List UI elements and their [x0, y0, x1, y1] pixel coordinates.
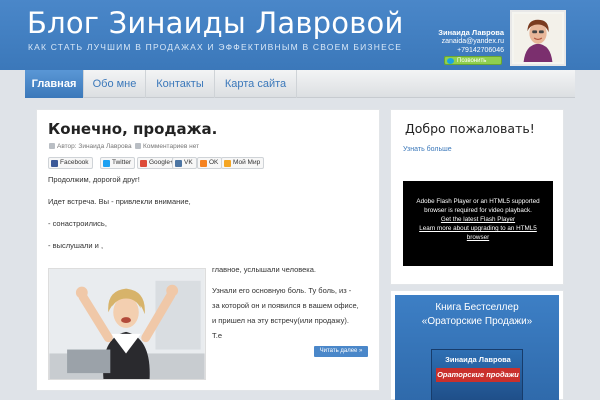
welcome-title: Добро пожаловать! [405, 121, 535, 136]
post-side-text: главное, услышали человека. [212, 265, 317, 274]
share-facebook-button[interactable]: Facebook [48, 157, 93, 169]
post-side-text: Узнали его основную боль. Ту боль, из - [212, 286, 352, 295]
book-cover[interactable]: Зинаида Лаврова Ораторские продажи [431, 349, 523, 400]
share-label: Facebook [60, 159, 89, 166]
share-twitter-button[interactable]: Twitter [100, 157, 136, 169]
post-card: Конечно, продажа. Автор: Зинаида Лаврова… [36, 109, 380, 391]
post-side-text: за которой он и появился в вашем офисе, [212, 301, 359, 310]
video-message-line: browser is required for video playback. [424, 207, 532, 214]
upgrade-html5-link[interactable]: Learn more about upgrading to an HTML5 [403, 224, 553, 233]
post-side-text: Т.е [212, 331, 223, 340]
nav-item-sitemap[interactable]: Карта сайта [215, 70, 297, 98]
post-author-text: Автор: Зинаида Лаврова [57, 143, 132, 150]
nav-item-about[interactable]: Обо мне [84, 70, 146, 98]
share-label: OK [209, 159, 219, 166]
nav-item-home[interactable]: Главная [25, 70, 84, 98]
post-title[interactable]: Конечно, продажа. [48, 120, 217, 138]
learn-more-link[interactable]: Узнать больше [403, 146, 452, 153]
share-ok-button[interactable]: OK [197, 157, 223, 169]
skype-icon [447, 58, 454, 64]
share-label: VK [184, 159, 193, 166]
book-cover-title: Ораторские продажи [436, 368, 520, 382]
comment-icon [135, 143, 141, 149]
moymir-icon [224, 160, 231, 167]
avatar [510, 10, 566, 66]
ok-icon [200, 160, 207, 167]
post-comments[interactable]: Комментариев нет [135, 143, 199, 150]
facebook-icon [51, 160, 58, 167]
post-image[interactable] [48, 268, 206, 380]
contact-block: Зинаида Лаврова zanaida@yandex.ru +79142… [432, 28, 504, 55]
post-paragraph: - сонастроились, [48, 219, 107, 228]
call-button[interactable]: Позвонить [444, 56, 502, 65]
get-flash-link[interactable]: Get the latest Flash Player [403, 215, 553, 224]
user-icon [49, 143, 55, 149]
googleplus-icon [140, 160, 147, 167]
book-cover-author: Зинаида Лаврова [445, 355, 511, 364]
contact-phone: +79142706046 [457, 47, 504, 54]
share-label: Мой Мир [233, 159, 261, 166]
book-banner[interactable]: Книга Бестселлер «Ораторские Продажи» Зи… [395, 295, 559, 400]
vk-icon [175, 160, 182, 167]
site-tagline: Как стать лучшим в продажах и эффективны… [28, 42, 403, 52]
post-side-text: и пришел на эту встречу(или продажу). [212, 316, 349, 325]
contact-name: Зинаида Лаврова [438, 28, 504, 37]
book-title: Книга Бестселлер «Ораторские Продажи» [395, 301, 559, 329]
welcome-widget: Добро пожаловать! Узнать больше Adobe Fl… [390, 109, 564, 285]
twitter-icon [103, 160, 110, 167]
post-paragraph: Продолжим, дорогой друг! [48, 175, 140, 184]
read-more-button[interactable]: Читать далее » [314, 346, 368, 357]
post-author: Автор: Зинаида Лаврова [49, 143, 132, 150]
book-widget: Книга Бестселлер «Ораторские Продажи» Зи… [390, 290, 564, 400]
post-paragraph: - выслушали и , [48, 241, 104, 250]
video-player[interactable]: Adobe Flash Player or an HTML5 supported… [403, 181, 553, 266]
contact-email[interactable]: zanaida@yandex.ru [432, 37, 504, 46]
avatar-photo [514, 14, 562, 62]
main-nav: Главная Обо мне Контакты Карта сайта [25, 70, 575, 98]
share-vk-button[interactable]: VK [172, 157, 197, 169]
upgrade-html5-link-cont[interactable]: browser [403, 233, 553, 242]
post-image-photo [49, 269, 205, 379]
share-label: Twitter [112, 159, 132, 166]
site-title[interactable]: Блог Зинаиды Лавровой [27, 6, 404, 40]
post-comments-text: Комментариев нет [143, 143, 200, 150]
book-title-line: Книга Бестселлер [435, 302, 519, 313]
site-header: Блог Зинаиды Лавровой Как стать лучшим в… [0, 0, 600, 70]
share-moymir-button[interactable]: Мой Мир [221, 157, 265, 169]
book-title-line: «Ораторские Продажи» [421, 316, 533, 327]
call-button-label: Позвонить [457, 58, 487, 64]
nav-item-contacts[interactable]: Контакты [146, 70, 215, 98]
post-paragraph: Идет встреча. Вы - привлекли внимание, [48, 197, 191, 206]
share-label: Google+ [149, 159, 174, 166]
video-message-line: Adobe Flash Player or an HTML5 supported [416, 198, 540, 205]
